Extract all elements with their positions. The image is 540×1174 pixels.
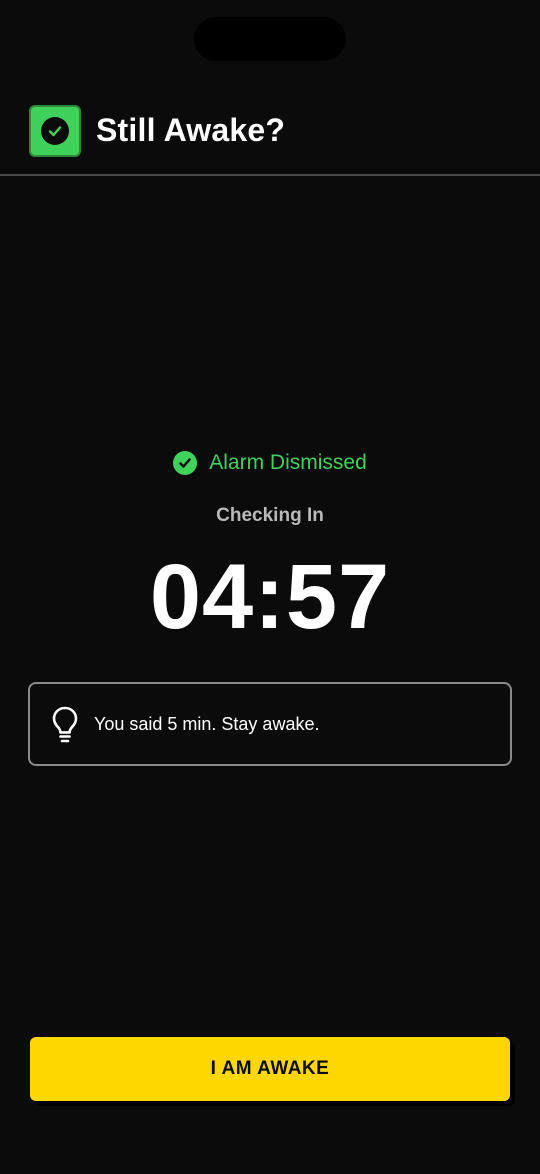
- countdown-timer: 04:57: [149, 546, 391, 648]
- tip-card: You said 5 min. Stay awake.: [28, 682, 512, 766]
- checking-in-label: Checking In: [216, 505, 324, 526]
- lightbulb-icon: [52, 706, 78, 744]
- page-title: Still Awake?: [96, 112, 286, 148]
- app-screen: Still Awake? Alarm Dismissed Checking In…: [0, 0, 540, 1174]
- i-am-awake-button[interactable]: I AM AWAKE: [30, 1037, 510, 1101]
- tip-text: You said 5 min. Stay awake.: [94, 714, 320, 734]
- status-row: Alarm Dismissed: [0, 448, 540, 478]
- status-text: Alarm Dismissed: [209, 451, 367, 474]
- header: Still Awake?: [0, 100, 540, 176]
- check-badge-icon: [29, 105, 81, 157]
- dynamic-island: [194, 17, 346, 61]
- check-circle-icon: [173, 451, 198, 475]
